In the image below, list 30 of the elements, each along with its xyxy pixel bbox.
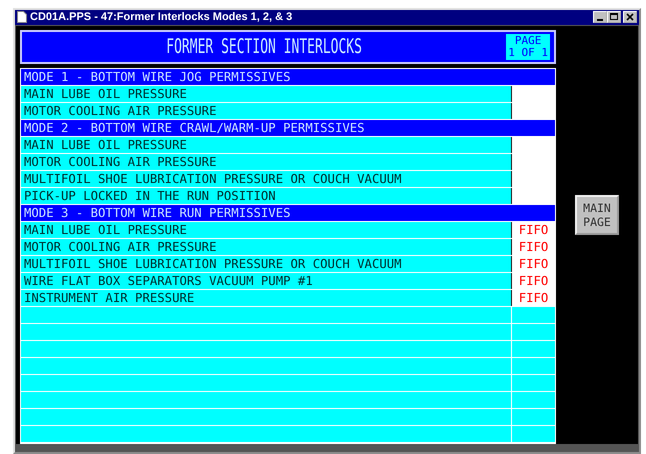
status-cell: FIFO bbox=[511, 222, 555, 238]
main-page-button[interactable]: MAIN PAGE bbox=[575, 194, 619, 235]
interlock-label: MAIN LUBE OIL PRESSURE bbox=[23, 136, 188, 153]
section-header: MODE 3 - BOTTOM WIRE RUN PERMISSIVES bbox=[21, 204, 555, 222]
interlock-label: MULTIFOIL SHOE LUBRICATION PRESSURE OR COUCH VACUUM bbox=[23, 170, 403, 187]
window-title: CD01A.PPS - 47:Former Interlocks Modes 1, 2, & 3 bbox=[30, 11, 294, 24]
section-header: MODE 1 - BOTTOM WIRE JOG PERMISSIVES bbox=[21, 68, 555, 86]
interlock-label: MAIN LUBE OIL PRESSURE bbox=[23, 86, 188, 102]
status-cell: FIFO bbox=[511, 290, 555, 306]
section-header: MODE 2 - BOTTOM WIRE CRAWL/WARM-UP PERMISSIVES bbox=[21, 120, 555, 137]
interlock-label: INSTRUMENT AIR PRESSURE bbox=[23, 290, 196, 306]
status-cell: FIFO bbox=[511, 238, 555, 255]
minimize-icon bbox=[597, 19, 603, 22]
maximize-icon bbox=[609, 12, 619, 22]
status-cell: FIFO bbox=[511, 256, 555, 272]
close-button[interactable] bbox=[623, 11, 637, 24]
status-cell: FIFO bbox=[511, 272, 555, 289]
interlock-label: MOTOR COOLING AIR PRESSURE bbox=[23, 154, 218, 170]
screen-title: FORMER SECTION INTERLOCKS bbox=[166, 36, 362, 59]
page-indicator: PAGE 1 OF 1 bbox=[506, 34, 550, 60]
minimize-button[interactable] bbox=[593, 11, 607, 24]
close-icon bbox=[625, 12, 635, 22]
interlock-label: MOTOR COOLING AIR PRESSURE bbox=[23, 238, 218, 255]
interlock-label: MULTIFOIL SHOE LUBRICATION PRESSURE OR COUCH VACUUM bbox=[23, 256, 403, 272]
interlock-label: PICK-UP LOCKED IN THE RUN POSITION bbox=[23, 188, 277, 204]
interlock-label: WIRE FLAT BOX SEPARATORS VACUUM PUMP #1 bbox=[23, 272, 314, 289]
maximize-button[interactable] bbox=[607, 11, 621, 24]
document-icon bbox=[17, 11, 27, 24]
interlock-label: MAIN LUBE OIL PRESSURE bbox=[23, 222, 188, 238]
interlock-label: MOTOR COOLING AIR PRESSURE bbox=[23, 102, 218, 119]
